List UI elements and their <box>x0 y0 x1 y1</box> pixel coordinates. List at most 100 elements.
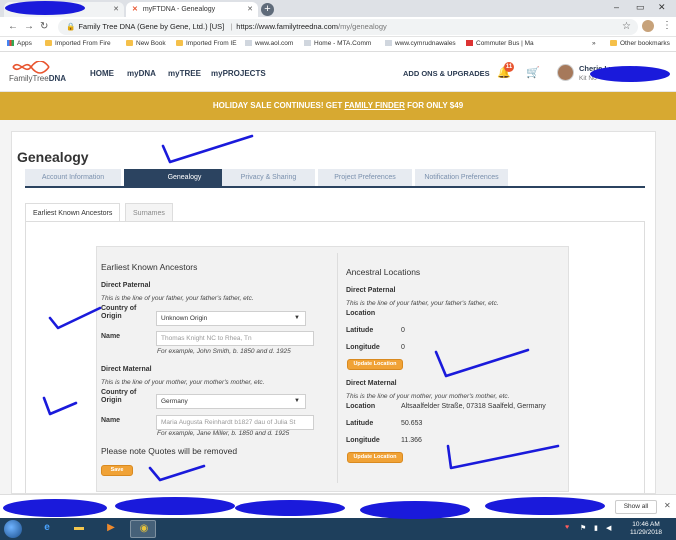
eka-heading: Earliest Known Ancestors <box>101 262 198 272</box>
maternal-country-select[interactable]: Germany ▼ <box>156 394 306 409</box>
close-tab-icon[interactable]: ✕ <box>113 5 119 13</box>
ie-icon: e <box>44 522 50 533</box>
dropdown-caret-icon: ▼ <box>294 398 300 404</box>
paternal-heading: Direct Paternal <box>101 282 151 289</box>
url-input[interactable]: 🔒 Family Tree DNA (Gene by Gene, Ltd.) [U… <box>58 19 638 35</box>
url-separator: | <box>230 22 233 31</box>
browser-tab[interactable]: ✕ <box>4 2 124 17</box>
user-name[interactable]: Cherie Lynn <box>579 64 622 73</box>
subtab-earliest-known-ancestors[interactable]: Earliest Known Ancestors <box>25 203 121 222</box>
ancestral-paternal-note: This is the line of your father, your fa… <box>346 300 499 307</box>
paternal-name-hint: For example, John Smith, b. 1850 and d. … <box>157 348 291 355</box>
nav-myprojects[interactable]: myPROJECTS <box>211 69 266 78</box>
quotes-note: Please note Quotes will be removed <box>101 446 238 456</box>
bookmark-aol[interactable]: www.aol.com <box>245 40 293 47</box>
bookmarks-overflow-chevron[interactable]: » <box>592 40 596 47</box>
new-tab-button[interactable]: + <box>261 3 274 16</box>
browser-tabstrip: ✕ ✕ myFTDNA - Genealogy ✕ + – ▭ ✕ <box>0 0 676 17</box>
bookmark-imported-firefox[interactable]: Imported From Fire <box>45 40 111 47</box>
nav-mytree[interactable]: myTREE <box>168 69 201 78</box>
paternal-latitude-label: Latitude <box>346 327 374 334</box>
notification-count-badge: 11 <box>504 62 514 72</box>
maternal-note: This is the line of your mother, your mo… <box>101 379 265 386</box>
bookmark-cymrudnawales[interactable]: www.cymrudnawales <box>385 40 456 47</box>
bookmark-star-icon[interactable]: ☆ <box>622 21 631 32</box>
taskbar-chrome[interactable]: ◉ <box>130 520 156 538</box>
clock-date: 11/29/2018 <box>630 529 663 536</box>
windows-taskbar: e ▬ ▶ ◉ ♥ ⚑ ▮ ◀ 10:46 AM 11/29/2018 <box>0 518 676 540</box>
tab-project-preferences[interactable]: Project Preferences <box>318 169 412 186</box>
flag-tray-icon[interactable]: ⚑ <box>580 524 586 532</box>
kit-number-label: Kit No <box>579 75 597 82</box>
addons-upgrades-link[interactable]: ADD ONS & UPGRADES <box>403 69 490 78</box>
close-downloads-icon[interactable]: ✕ <box>664 501 671 510</box>
paternal-longitude-value: 0 <box>401 344 405 351</box>
maternal-location-value: Altsaalfelder Straße, 07318 Saalfeld, Ge… <box>401 403 546 410</box>
bookmark-new-book[interactable]: New Book <box>126 40 166 47</box>
bookmark-apps[interactable]: Apps <box>7 40 32 47</box>
network-tray-icon[interactable]: ▮ <box>594 524 598 532</box>
paternal-name-label: Name <box>101 333 121 340</box>
paternal-name-input[interactable]: Thomas Knight NC to Rhea, Tn <box>156 331 314 346</box>
bookmark-commuter-bus[interactable]: Commuter Bus | Ma <box>466 40 534 47</box>
family-finder-link[interactable]: FAMILY FINDER <box>344 101 404 110</box>
maternal-location-label: Location <box>346 403 376 410</box>
bus-icon <box>466 40 473 46</box>
taskbar-ie[interactable]: e <box>34 520 60 538</box>
close-window-icon[interactable]: ✕ <box>658 2 666 13</box>
folder-icon: ▬ <box>74 522 84 533</box>
paternal-country-select[interactable]: Unknown Origin ▼ <box>156 311 306 326</box>
avatar[interactable] <box>557 64 574 81</box>
promo-text: HOLIDAY SALE CONTINUES! GET <box>212 101 345 110</box>
taskbar-media[interactable]: ▶ <box>98 520 124 538</box>
bookmark-other[interactable]: Other bookmarks <box>610 40 670 47</box>
start-button[interactable] <box>4 520 22 538</box>
back-icon[interactable]: ← <box>8 21 18 32</box>
page-icon <box>245 40 252 46</box>
tabs-underline <box>25 186 645 188</box>
page-title: Genealogy <box>17 149 89 165</box>
apps-icon <box>7 40 14 46</box>
maximize-icon[interactable]: ▭ <box>636 2 645 13</box>
bookmark-imported-ie[interactable]: Imported From IE <box>176 40 237 47</box>
close-tab-icon[interactable]: ✕ <box>247 5 253 13</box>
dropdown-caret-icon: ▼ <box>294 315 300 321</box>
security-tray-icon[interactable]: ♥ <box>565 524 569 531</box>
bookmark-mta[interactable]: Home - MTA.Comm <box>304 40 371 47</box>
cart-icon[interactable]: 🛒 <box>526 66 540 79</box>
update-location-maternal-button[interactable]: Update Location <box>347 452 403 463</box>
show-all-downloads-button[interactable]: Show all <box>615 500 657 514</box>
update-location-paternal-button[interactable]: Update Location <box>347 359 403 370</box>
logo-text: FamilyTreeDNA <box>9 74 67 83</box>
folder-icon <box>126 40 133 46</box>
folder-icon <box>45 40 52 46</box>
taskbar-explorer[interactable]: ▬ <box>66 520 92 538</box>
minimize-icon[interactable]: – <box>614 2 619 12</box>
folder-icon <box>610 40 617 46</box>
maternal-heading: Direct Maternal <box>101 366 152 373</box>
tab-title: myFTDNA - Genealogy <box>142 6 216 13</box>
nav-mydna[interactable]: myDNA <box>127 69 156 78</box>
reload-icon[interactable]: ↻ <box>40 21 48 32</box>
folder-icon <box>176 40 183 46</box>
profile-avatar-icon[interactable] <box>642 20 654 32</box>
site-identity: Family Tree DNA (Gene by Gene, Ltd.) [US… <box>78 22 225 31</box>
subtab-surnames[interactable]: Surnames <box>125 203 173 222</box>
forward-icon[interactable]: → <box>24 21 34 32</box>
taskbar-clock[interactable]: 10:46 AM 11/29/2018 <box>630 521 662 537</box>
browser-menu-icon[interactable]: ⋮ <box>662 20 672 31</box>
address-bar: ← → ↻ 🔒 Family Tree DNA (Gene by Gene, Lt… <box>0 17 676 37</box>
nav-home[interactable]: HOME <box>90 69 114 78</box>
browser-tab-active[interactable]: ✕ myFTDNA - Genealogy ✕ <box>126 2 258 17</box>
maternal-name-hint: For example, Jane Miller, b. 1850 and d.… <box>157 430 290 437</box>
tab-notification-preferences[interactable]: Notification Preferences <box>415 169 508 186</box>
maternal-country-value: Germany <box>161 398 188 405</box>
maternal-country-label: Country of Origin <box>101 389 137 404</box>
tab-privacy-sharing[interactable]: Privacy & Sharing <box>222 169 315 186</box>
volume-tray-icon[interactable]: ◀ <box>606 524 611 532</box>
ancestral-maternal-heading: Direct Maternal <box>346 380 397 387</box>
save-button[interactable]: Save <box>101 465 133 476</box>
maternal-name-input[interactable]: Maria Augusta Reinhardt b1827 dau of Jul… <box>156 415 314 430</box>
tab-account-information[interactable]: Account Information <box>25 169 121 186</box>
downloads-bar: Show all ✕ <box>0 494 676 518</box>
